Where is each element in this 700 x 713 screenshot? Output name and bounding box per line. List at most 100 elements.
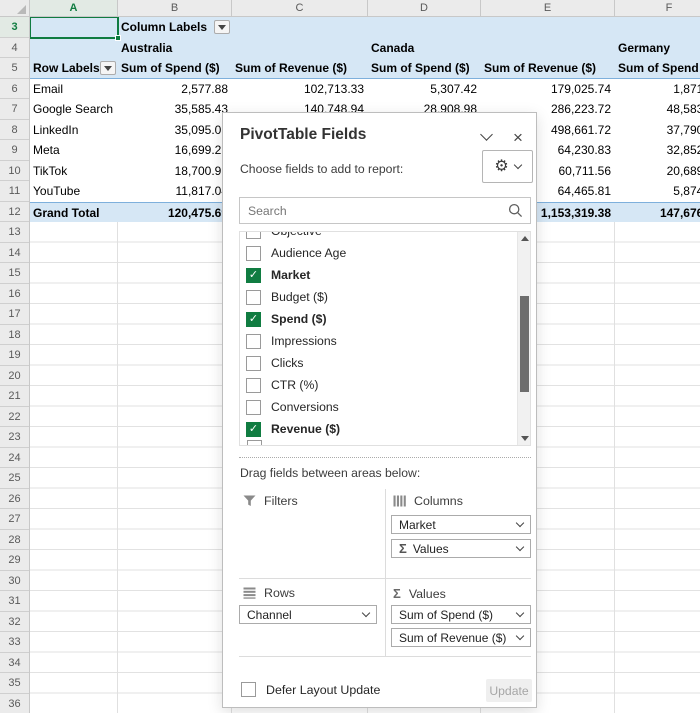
row-header-33[interactable]: 33 bbox=[0, 632, 29, 653]
pivot-cell[interactable]: Germany bbox=[615, 38, 700, 59]
unchecked-checkbox-icon[interactable] bbox=[246, 333, 261, 349]
row-headers[interactable]: 3 4 5 6 7 8 9 10 11 12 13 14 15 16 17 18 19 20 21 22 23 24 25 2… bbox=[0, 17, 30, 713]
row-header-9[interactable]: 9 bbox=[0, 140, 29, 161]
field-pill-sum-of-revenue-[interactable]: Sum of Revenue ($) bbox=[391, 628, 531, 647]
pivot-cell[interactable]: 35,585.43 bbox=[118, 99, 232, 120]
row-header-30[interactable]: 30 bbox=[0, 571, 29, 591]
row-header-14[interactable]: 14 bbox=[0, 243, 29, 263]
row-header-10[interactable]: 10 bbox=[0, 161, 29, 181]
pivot-cell[interactable]: Sum of Spend ($) bbox=[118, 58, 232, 79]
field-item-spend-[interactable]: ✓ Spend ($) bbox=[240, 308, 516, 330]
checked-checkbox-icon[interactable]: ✓ bbox=[246, 421, 261, 437]
column-headers[interactable]: ABCDEF bbox=[30, 0, 700, 17]
row-header-26[interactable]: 26 bbox=[0, 489, 29, 509]
pivot-cell[interactable]: Canada bbox=[368, 38, 481, 59]
field-item-impressions[interactable]: Impressions bbox=[240, 330, 516, 352]
unchecked-checkbox-icon[interactable] bbox=[246, 355, 261, 371]
pivot-cell[interactable]: LinkedIn bbox=[30, 120, 118, 141]
pivot-cell[interactable]: 16,699.27 bbox=[118, 140, 232, 161]
pivot-cell[interactable]: 5,874.66 bbox=[615, 181, 700, 202]
field-pill-market[interactable]: Market bbox=[391, 515, 531, 534]
pivot-cell[interactable]: Sum of Revenue ($) bbox=[232, 58, 368, 79]
search-input[interactable] bbox=[240, 203, 508, 218]
pivot-cell[interactable]: 48,583.21 bbox=[615, 99, 700, 120]
row-header-23[interactable]: 23 bbox=[0, 427, 29, 448]
pivot-cell[interactable]: 20,689.43 bbox=[615, 161, 700, 182]
row-header-4[interactable]: 4 bbox=[0, 38, 29, 58]
field-pill-channel[interactable]: Channel bbox=[239, 605, 377, 624]
pivot-cell[interactable]: 1,871.94 bbox=[615, 79, 700, 100]
pivot-cell[interactable]: 179,025.74 bbox=[481, 79, 615, 100]
pivot-cell[interactable]: 5,307.42 bbox=[368, 79, 481, 100]
row-header-28[interactable]: 28 bbox=[0, 530, 29, 550]
field-item-market[interactable]: ✓ Market bbox=[240, 264, 516, 286]
pivot-cell[interactable]: 37,790.55 bbox=[615, 120, 700, 141]
row-header-22[interactable]: 22 bbox=[0, 407, 29, 427]
pivot-cell[interactable]: Sum of Spend ($) bbox=[368, 58, 481, 79]
pivot-cell[interactable]: 35,095.06 bbox=[118, 120, 232, 141]
field-item-budget-[interactable]: Budget ($) bbox=[240, 286, 516, 308]
pivot-cell[interactable]: 18,700.91 bbox=[118, 161, 232, 182]
row-header-36[interactable]: 36 bbox=[0, 694, 29, 713]
pane-collapse-button[interactable] bbox=[474, 127, 498, 147]
scroll-up-icon[interactable] bbox=[518, 232, 530, 245]
field-pill-sum-of-spend-[interactable]: Sum of Spend ($) bbox=[391, 605, 531, 624]
row-header-24[interactable]: 24 bbox=[0, 448, 29, 468]
pivot-cell[interactable]: TikTok bbox=[30, 161, 118, 182]
pivot-cell[interactable]: Sum of Revenue ($) bbox=[481, 58, 615, 79]
pivot-cell[interactable]: 32,852.07 bbox=[615, 140, 700, 161]
update-button[interactable]: Update bbox=[486, 679, 532, 702]
scroll-down-icon[interactable] bbox=[518, 432, 530, 445]
field-item-objective[interactable]: Objective bbox=[240, 232, 516, 242]
row-header-12[interactable]: 12 bbox=[0, 202, 29, 222]
unchecked-checkbox-icon[interactable] bbox=[246, 289, 261, 305]
unchecked-checkbox-icon[interactable] bbox=[246, 232, 261, 239]
row-header-34[interactable]: 34 bbox=[0, 653, 29, 673]
row-header-35[interactable]: 35 bbox=[0, 673, 29, 694]
column-header-F[interactable]: F bbox=[615, 0, 700, 16]
row-header-6[interactable]: 6 bbox=[0, 79, 29, 99]
row-header-21[interactable]: 21 bbox=[0, 386, 29, 407]
filter-dropdown-button[interactable] bbox=[214, 20, 230, 35]
scrollbar-thumb[interactable] bbox=[520, 296, 529, 392]
column-header-D[interactable]: D bbox=[368, 0, 481, 16]
row-header-11[interactable]: 11 bbox=[0, 181, 29, 202]
column-header-B[interactable]: B bbox=[118, 0, 232, 16]
row-header-20[interactable]: 20 bbox=[0, 366, 29, 386]
pivot-cell[interactable]: YouTube bbox=[30, 181, 118, 202]
checked-checkbox-icon[interactable]: ✓ bbox=[246, 267, 261, 283]
pivot-cell[interactable]: Row Labels bbox=[30, 58, 118, 79]
row-header-5[interactable]: 5 bbox=[0, 58, 29, 79]
pivot-cell[interactable]: 2,577.88 bbox=[118, 79, 232, 100]
pivot-cell[interactable]: 147,676.86 bbox=[615, 203, 700, 223]
row-header-13[interactable]: 13 bbox=[0, 222, 29, 243]
field-item-ctr-[interactable]: CTR (%) bbox=[240, 374, 516, 396]
unchecked-checkbox-icon[interactable] bbox=[246, 245, 261, 261]
checked-checkbox-icon[interactable]: ✓ bbox=[246, 311, 261, 327]
row-header-8[interactable]: 8 bbox=[0, 120, 29, 140]
row-header-29[interactable]: 29 bbox=[0, 550, 29, 571]
row-header-19[interactable]: 19 bbox=[0, 345, 29, 366]
row-header-3[interactable]: 3 bbox=[0, 17, 29, 38]
field-pill-values[interactable]: Σ Values bbox=[391, 539, 531, 558]
pivot-cell[interactable]: Grand Total bbox=[30, 203, 118, 223]
unchecked-checkbox-icon[interactable] bbox=[246, 399, 261, 415]
column-header-C[interactable]: C bbox=[232, 0, 368, 16]
pane-close-button[interactable]: × bbox=[506, 127, 530, 147]
row-header-15[interactable]: 15 bbox=[0, 263, 29, 284]
filter-dropdown-button[interactable] bbox=[100, 61, 116, 76]
pivot-cell[interactable]: Google Search bbox=[30, 99, 118, 120]
pivot-cell[interactable]: Column Labels bbox=[118, 17, 232, 38]
row-header-7[interactable]: 7 bbox=[0, 99, 29, 120]
pivot-cell[interactable]: 102,713.33 bbox=[232, 79, 368, 100]
row-header-18[interactable]: 18 bbox=[0, 325, 29, 345]
row-header-25[interactable]: 25 bbox=[0, 468, 29, 489]
column-header-A[interactable]: A bbox=[30, 0, 118, 16]
field-item-clicks[interactable]: Clicks bbox=[240, 352, 516, 374]
field-item-conversions[interactable]: Conversions bbox=[240, 396, 516, 418]
field-item-audience-age[interactable]: Audience Age bbox=[240, 242, 516, 264]
select-all-corner[interactable] bbox=[0, 0, 30, 17]
pivot-cell[interactable]: 120,475.69 bbox=[118, 203, 232, 223]
row-header-27[interactable]: 27 bbox=[0, 509, 29, 530]
field-item-revenue-[interactable]: ✓ Revenue ($) bbox=[240, 418, 516, 440]
